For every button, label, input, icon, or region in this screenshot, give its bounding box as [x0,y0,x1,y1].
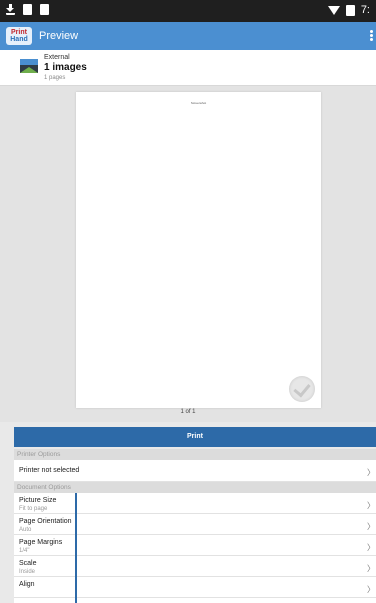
preview-area[interactable]: Screenshot 1 of 1 [0,86,376,422]
document-info[interactable]: External 1 images 1 pages [0,50,376,86]
document-source: External [44,54,70,61]
document-options-header: Document Options [14,482,376,493]
option-page-margins[interactable]: Page Margins 1/4" 〉 [14,535,376,556]
option-label: Scale [19,560,37,567]
chevron-right-icon: 〉 [367,543,375,552]
option-label: Page Margins [19,539,63,546]
chevron-right-icon: 〉 [367,468,375,477]
image-thumbnail-icon [20,59,38,73]
chevron-right-icon: 〉 [367,522,375,531]
option-label: Picture Size [19,497,57,504]
printer-label: Printer not selected [19,467,80,474]
status-bar: 7: [0,0,376,22]
chevron-right-icon: 〉 [367,585,375,594]
page-preview[interactable]: Screenshot [76,92,321,408]
app-bar: Print Hand Preview [0,22,376,50]
print-button[interactable]: Print [14,427,376,447]
image-icon [40,4,49,15]
wifi-icon [327,5,340,15]
image-icon [23,4,32,15]
option-value: Inside [19,569,36,575]
option-label: Page Orientation [19,518,72,525]
chevron-right-icon: 〉 [367,501,375,510]
option-picture-size[interactable]: Picture Size Fit to page 〉 [14,493,376,514]
overflow-menu-icon[interactable] [370,30,374,42]
battery-icon [345,4,355,16]
option-page-orientation[interactable]: Page Orientation Auto 〉 [14,514,376,535]
option-label: Align [19,581,35,588]
app-logo[interactable]: Print Hand [6,27,32,45]
option-value: 1/4" [19,548,30,554]
status-time: 7: [360,4,370,16]
page-indicator: 1 of 1 [180,409,196,415]
document-pages: 1 pages [44,75,66,81]
chevron-right-icon: 〉 [367,564,375,573]
download-icon [6,4,15,15]
page-title: Preview [39,30,79,42]
check-icon[interactable] [289,376,315,402]
option-value: Fit to page [19,506,48,512]
scroll-indicator[interactable] [75,493,77,603]
option-value: Auto [19,527,32,533]
options-list[interactable]: Printer Options Printer not selected 〉 D… [14,449,376,603]
printer-select-row[interactable]: Printer not selected 〉 [14,460,376,482]
document-count: 1 images [44,62,87,73]
printer-options-header: Printer Options [14,449,376,460]
page-header-text: Screenshot [190,101,207,105]
option-scale[interactable]: Scale Inside 〉 [14,556,376,577]
option-align[interactable]: Align 〉 [14,577,376,598]
